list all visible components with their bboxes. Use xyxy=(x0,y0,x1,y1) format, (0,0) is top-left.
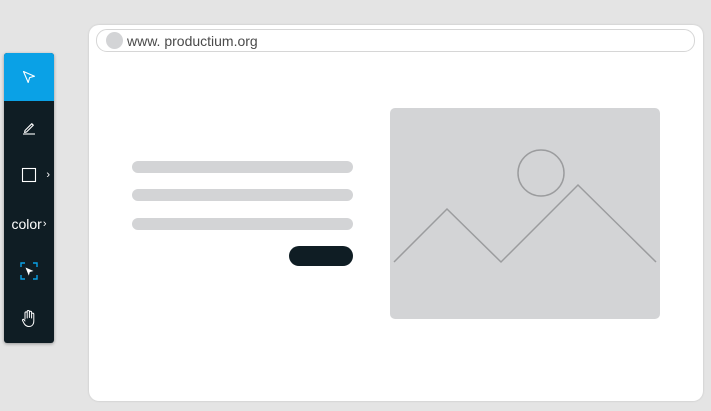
text-line-placeholder xyxy=(132,161,353,173)
submenu-caret-icon: › xyxy=(46,168,50,181)
square-icon xyxy=(21,167,37,183)
frame-select-tool-button[interactable] xyxy=(4,247,54,295)
mountain-sun-icon xyxy=(393,149,657,264)
favicon-placeholder-icon xyxy=(106,32,123,49)
draw-tool-button[interactable] xyxy=(4,103,54,151)
pen-icon xyxy=(23,123,35,135)
pan-tool-button[interactable] xyxy=(4,295,54,343)
color-tool-button[interactable]: color › xyxy=(4,200,54,248)
submenu-caret-icon: › xyxy=(42,218,47,230)
select-tool-button[interactable] xyxy=(4,53,54,101)
cta-button-placeholder[interactable] xyxy=(289,246,353,266)
cursor-arrow-icon xyxy=(22,70,36,84)
browser-wireframe: www. productium.org xyxy=(89,25,703,401)
image-placeholder xyxy=(390,108,660,319)
address-url: www. productium.org xyxy=(127,33,258,49)
address-bar[interactable]: www. productium.org xyxy=(96,29,695,52)
tool-palette: › color › xyxy=(4,53,54,343)
color-label: color xyxy=(11,216,42,232)
hand-icon xyxy=(21,310,35,327)
text-line-placeholder xyxy=(132,218,353,230)
text-line-placeholder xyxy=(132,189,353,201)
shape-tool-button[interactable]: › xyxy=(4,151,54,199)
frame-select-icon xyxy=(20,262,38,280)
